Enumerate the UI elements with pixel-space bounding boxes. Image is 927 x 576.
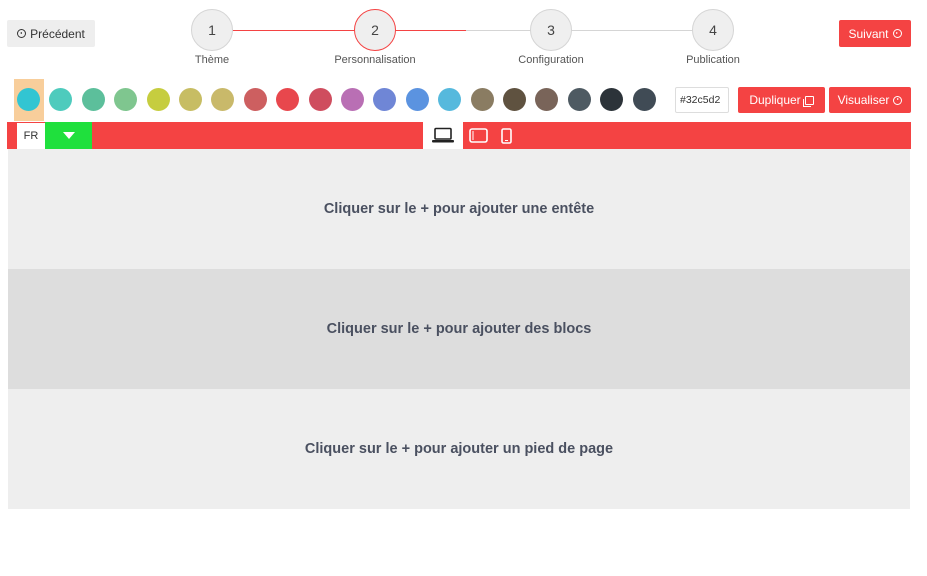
- next-button[interactable]: Suivant: [839, 20, 911, 47]
- step-number: 1: [191, 9, 233, 51]
- editor-toolbar: FR: [7, 122, 911, 149]
- color-swatch[interactable]: [211, 88, 235, 111]
- color-swatch[interactable]: [438, 88, 462, 111]
- blocks-section-text: Cliquer sur le + pour ajouter des blocs: [326, 321, 592, 337]
- color-swatch[interactable]: [405, 88, 429, 111]
- color-swatch[interactable]: [535, 88, 559, 111]
- laptop-icon: [432, 127, 454, 143]
- color-swatch[interactable]: [632, 88, 656, 111]
- device-phone-button[interactable]: [497, 122, 515, 149]
- color-swatch[interactable]: [49, 88, 73, 111]
- color-swatch[interactable]: [114, 88, 138, 111]
- color-swatch[interactable]: [146, 88, 170, 111]
- step-configuration[interactable]: 3 Configuration: [501, 9, 601, 66]
- color-swatch[interactable]: [17, 88, 40, 111]
- color-swatch[interactable]: [503, 88, 526, 111]
- duplicate-button-label: Dupliquer: [749, 93, 801, 107]
- color-swatch[interactable]: [470, 88, 494, 111]
- arrow-right-circle-icon: [892, 29, 902, 38]
- device-tablet-button[interactable]: [467, 122, 489, 149]
- color-swatch[interactable]: [600, 88, 624, 111]
- step-publication[interactable]: 4 Publication: [663, 9, 763, 66]
- footer-section-placeholder[interactable]: Cliquer sur le + pour ajouter un pied de…: [8, 389, 910, 509]
- hex-color-input[interactable]: [675, 87, 729, 113]
- caret-down-icon: [62, 132, 75, 139]
- step-label: Publication: [686, 54, 740, 66]
- blocks-section-placeholder[interactable]: Cliquer sur le + pour ajouter des blocs: [8, 269, 910, 389]
- step-personnalisation[interactable]: 2 Personnalisation: [325, 9, 425, 66]
- step-number: 2: [354, 9, 396, 51]
- step-label: Thème: [194, 54, 230, 66]
- language-label: FR: [17, 123, 45, 149]
- previous-button[interactable]: Précédent: [7, 20, 95, 47]
- color-swatch[interactable]: [81, 88, 105, 111]
- wizard-header: Précédent 1 Thème 2 Personnalisation 3 C…: [0, 0, 927, 78]
- step-label: Configuration: [518, 54, 584, 66]
- color-toolbar: Dupliquer Visualiser: [0, 79, 927, 122]
- color-swatch[interactable]: [341, 88, 364, 111]
- language-dropdown-button[interactable]: [45, 122, 92, 149]
- arrow-left-circle-icon: [17, 29, 27, 38]
- preview-button-label: Visualiser: [837, 93, 890, 107]
- step-number: 3: [530, 9, 572, 51]
- color-swatch[interactable]: [276, 88, 300, 111]
- tablet-icon: [468, 128, 488, 143]
- previous-button-label: Précédent: [30, 26, 85, 41]
- device-laptop-button[interactable]: [423, 122, 463, 149]
- step-theme[interactable]: 1 Thème: [162, 9, 262, 66]
- color-swatch[interactable]: [373, 88, 397, 111]
- color-swatch[interactable]: [567, 88, 591, 111]
- phone-icon: [500, 127, 512, 144]
- step-label: Personnalisation: [334, 54, 416, 66]
- color-swatch[interactable]: [308, 88, 332, 111]
- arrow-right-circle-icon: [893, 95, 903, 105]
- preview-button[interactable]: Visualiser: [829, 87, 911, 113]
- color-swatch[interactable]: [179, 88, 202, 111]
- header-section-text: Cliquer sur le + pour ajouter une entête: [323, 201, 595, 217]
- color-swatch[interactable]: [243, 88, 267, 111]
- footer-section-text: Cliquer sur le + pour ajouter un pied de…: [304, 441, 614, 457]
- copy-icon: [802, 95, 814, 107]
- duplicate-button[interactable]: Dupliquer: [738, 87, 825, 113]
- step-number: 4: [692, 9, 734, 51]
- next-button-label: Suivant: [848, 26, 889, 41]
- header-section-placeholder[interactable]: Cliquer sur le + pour ajouter une entête: [8, 149, 910, 269]
